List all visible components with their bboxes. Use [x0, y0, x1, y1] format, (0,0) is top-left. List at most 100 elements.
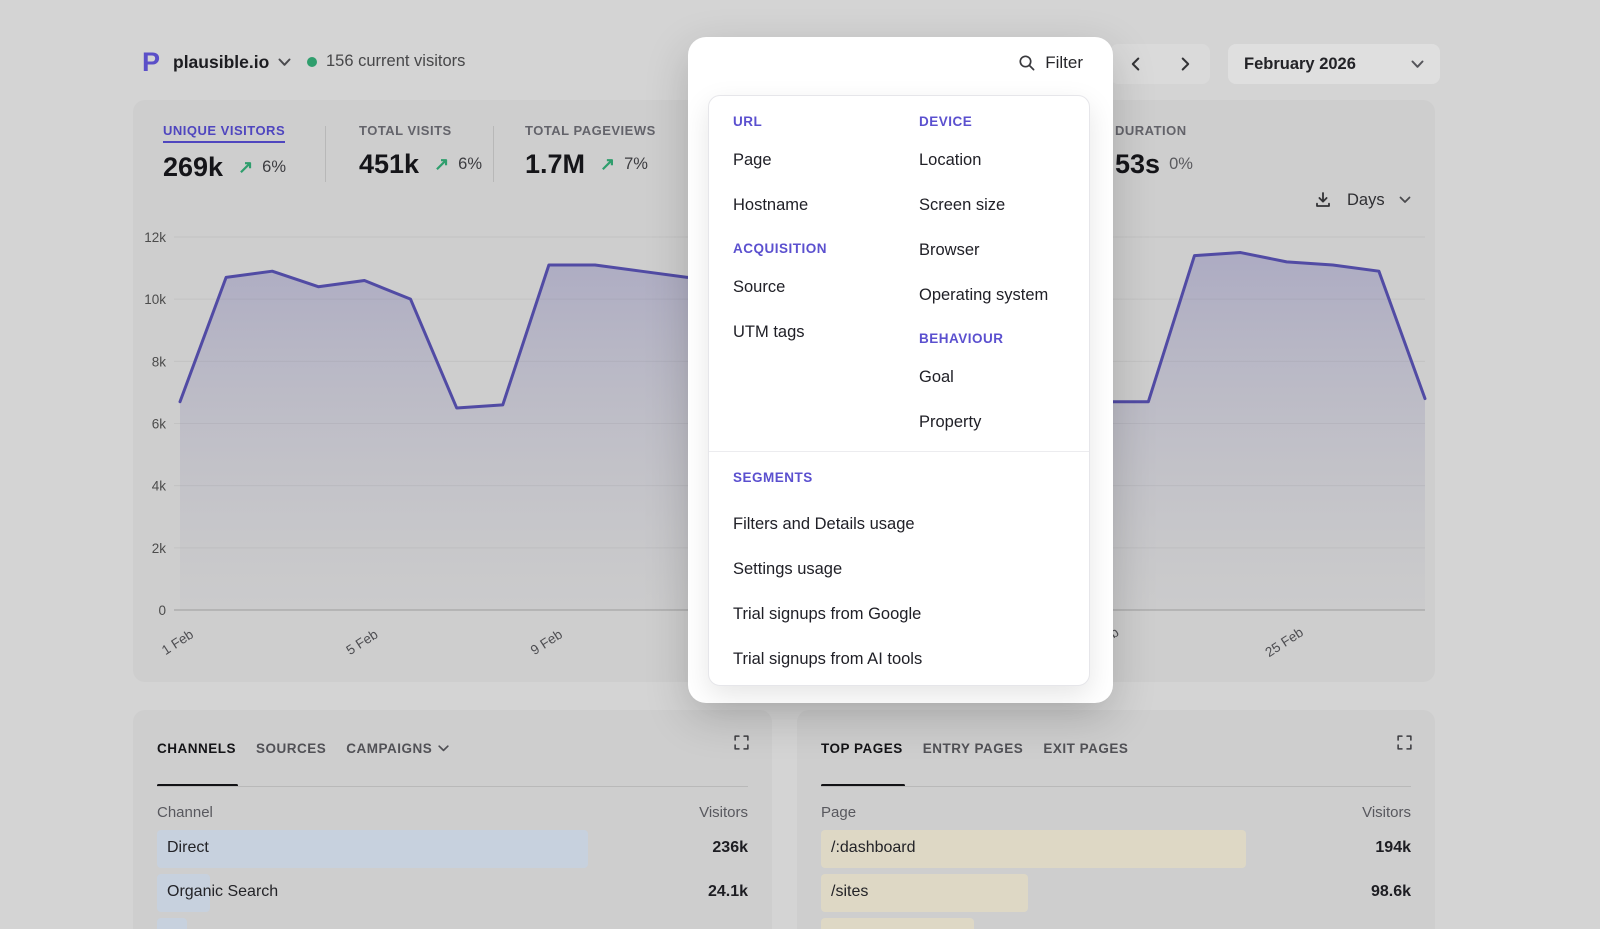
pages-card: TOP PAGES ENTRY PAGES EXIT PAGES Page Vi… [797, 710, 1435, 929]
filter-item-screen-size[interactable]: Screen size [919, 196, 1065, 216]
stat-visit-duration[interactable]: DURATION 53s 0% [1115, 122, 1193, 180]
table-headers: Page Visitors [821, 804, 1411, 821]
filter-item-page[interactable]: Page [733, 151, 919, 171]
date-range-label: February 2026 [1244, 55, 1411, 74]
filter-group-title: URL [733, 114, 919, 130]
graph-controls: Days [1313, 190, 1411, 210]
svg-text:1 Feb: 1 Feb [159, 627, 196, 658]
site-name: plausible.io [173, 52, 269, 73]
table-row-partial [821, 918, 1411, 929]
filter-group-title: DEVICE [919, 114, 1065, 130]
stat-label: DURATION [1115, 123, 1187, 138]
row-bar [157, 918, 187, 929]
pages-rows: /:dashboard 194k /sites 98.6k [821, 830, 1411, 929]
filter-panel: Filter URL Page Hostname ACQUISITION Sou… [688, 37, 1113, 703]
stat-change: 6% [458, 155, 482, 174]
segment-item[interactable]: Trial signups from Google [733, 605, 1065, 625]
row-value: 236k [712, 839, 748, 857]
column-header: Channel [157, 804, 213, 821]
filter-dropdown: URL Page Hostname ACQUISITION Source UTM… [708, 95, 1090, 686]
column-header: Visitors [699, 804, 748, 821]
expand-icon[interactable] [1396, 734, 1413, 756]
column-header: Visitors [1362, 804, 1411, 821]
row-value: 98.6k [1371, 883, 1411, 901]
stat-value: 53s [1115, 149, 1160, 180]
stat-change: 7% [624, 155, 648, 174]
row-label[interactable]: Direct [167, 839, 209, 857]
filter-group-title: ACQUISITION [733, 241, 919, 257]
live-dot-icon [307, 57, 317, 67]
filter-item-location[interactable]: Location [919, 151, 1065, 171]
trend-up-icon: ↗ [434, 154, 449, 175]
stat-unique-visitors[interactable]: UNIQUE VISITORS 269k ↗ 6% [163, 122, 286, 183]
table-headers: Channel Visitors [157, 804, 748, 821]
stat-label: TOTAL PAGEVIEWS [525, 123, 656, 138]
column-header: Page [821, 804, 856, 821]
next-period-button[interactable] [1160, 44, 1210, 84]
filter-item-property[interactable]: Property [919, 413, 1065, 433]
filter-column-right: DEVICE Location Screen size Browser Oper… [919, 114, 1065, 433]
filter-item-browser[interactable]: Browser [919, 241, 1065, 261]
tab-sources[interactable]: SOURCES [256, 741, 326, 756]
date-range-picker[interactable]: February 2026 [1228, 44, 1440, 84]
plausible-dashboard: P plausible.io 156 current visitors Febr… [0, 0, 1600, 929]
tab-entry-pages[interactable]: ENTRY PAGES [923, 741, 1024, 756]
svg-text:12k: 12k [144, 230, 166, 245]
stat-total-visits[interactable]: TOTAL VISITS 451k ↗ 6% [359, 122, 482, 180]
filter-item-hostname[interactable]: Hostname [733, 196, 919, 216]
pages-tabs: TOP PAGES ENTRY PAGES EXIT PAGES [821, 738, 1387, 758]
expand-icon[interactable] [733, 734, 750, 756]
table-row[interactable]: /sites 98.6k [821, 874, 1411, 912]
channels-card: CHANNELS SOURCES CAMPAIGNS Channel Visit… [133, 710, 772, 929]
table-row-partial [157, 918, 748, 929]
svg-text:6k: 6k [152, 417, 167, 432]
row-bar [157, 830, 588, 868]
download-icon[interactable] [1313, 190, 1333, 210]
svg-text:25 Feb: 25 Feb [1263, 624, 1306, 659]
filter-item-operating-system[interactable]: Operating system [919, 286, 1065, 306]
segment-item[interactable]: Filters and Details usage [733, 515, 1065, 535]
stat-divider [493, 126, 494, 182]
stat-change: 6% [262, 158, 286, 177]
filter-item-source[interactable]: Source [733, 278, 919, 298]
row-value: 194k [1375, 839, 1411, 857]
filter-item-utm-tags[interactable]: UTM tags [733, 323, 919, 343]
row-value: 24.1k [708, 883, 748, 901]
svg-text:8k: 8k [152, 354, 167, 369]
tab-channels[interactable]: CHANNELS [157, 741, 236, 756]
stat-change: 0% [1169, 155, 1193, 174]
tab-campaigns[interactable]: CAMPAIGNS [346, 741, 449, 756]
segment-item[interactable]: Settings usage [733, 560, 1065, 580]
table-row[interactable]: Organic Search 24.1k [157, 874, 748, 912]
filter-item-goal[interactable]: Goal [919, 368, 1065, 388]
stat-total-pageviews[interactable]: TOTAL PAGEVIEWS 1.7M ↗ 7% [525, 122, 656, 180]
trend-up-icon: ↗ [600, 154, 615, 175]
svg-text:9 Feb: 9 Feb [528, 627, 565, 658]
stat-value: 1.7M [525, 149, 585, 180]
segments-title: SEGMENTS [733, 470, 1065, 486]
site-switcher[interactable]: P plausible.io [138, 48, 291, 76]
svg-text:5 Feb: 5 Feb [343, 627, 380, 658]
interval-dropdown[interactable]: Days [1347, 191, 1385, 210]
channels-rows: Direct 236k Organic Search 24.1k [157, 830, 748, 929]
chevron-down-icon [438, 745, 449, 752]
filter-search[interactable]: Filter [1018, 53, 1083, 73]
table-row[interactable]: Direct 236k [157, 830, 748, 868]
svg-text:0: 0 [158, 603, 166, 618]
chevron-down-icon [1399, 196, 1411, 204]
row-bar [821, 918, 974, 929]
channels-tabs: CHANNELS SOURCES CAMPAIGNS [157, 738, 724, 758]
current-visitors[interactable]: 156 current visitors [307, 52, 465, 71]
row-label[interactable]: Organic Search [167, 883, 278, 901]
tab-exit-pages[interactable]: EXIT PAGES [1043, 741, 1128, 756]
stat-label: UNIQUE VISITORS [163, 123, 285, 143]
table-row[interactable]: /:dashboard 194k [821, 830, 1411, 868]
stat-value: 451k [359, 149, 419, 180]
segment-item[interactable]: Trial signups from AI tools [733, 650, 1065, 670]
row-label[interactable]: /:dashboard [831, 839, 916, 857]
tab-top-pages[interactable]: TOP PAGES [821, 741, 903, 756]
prev-period-button[interactable] [1110, 44, 1160, 84]
svg-text:4k: 4k [152, 479, 167, 494]
filter-column-left: URL Page Hostname ACQUISITION Source UTM… [733, 114, 919, 433]
row-label[interactable]: /sites [831, 883, 868, 901]
